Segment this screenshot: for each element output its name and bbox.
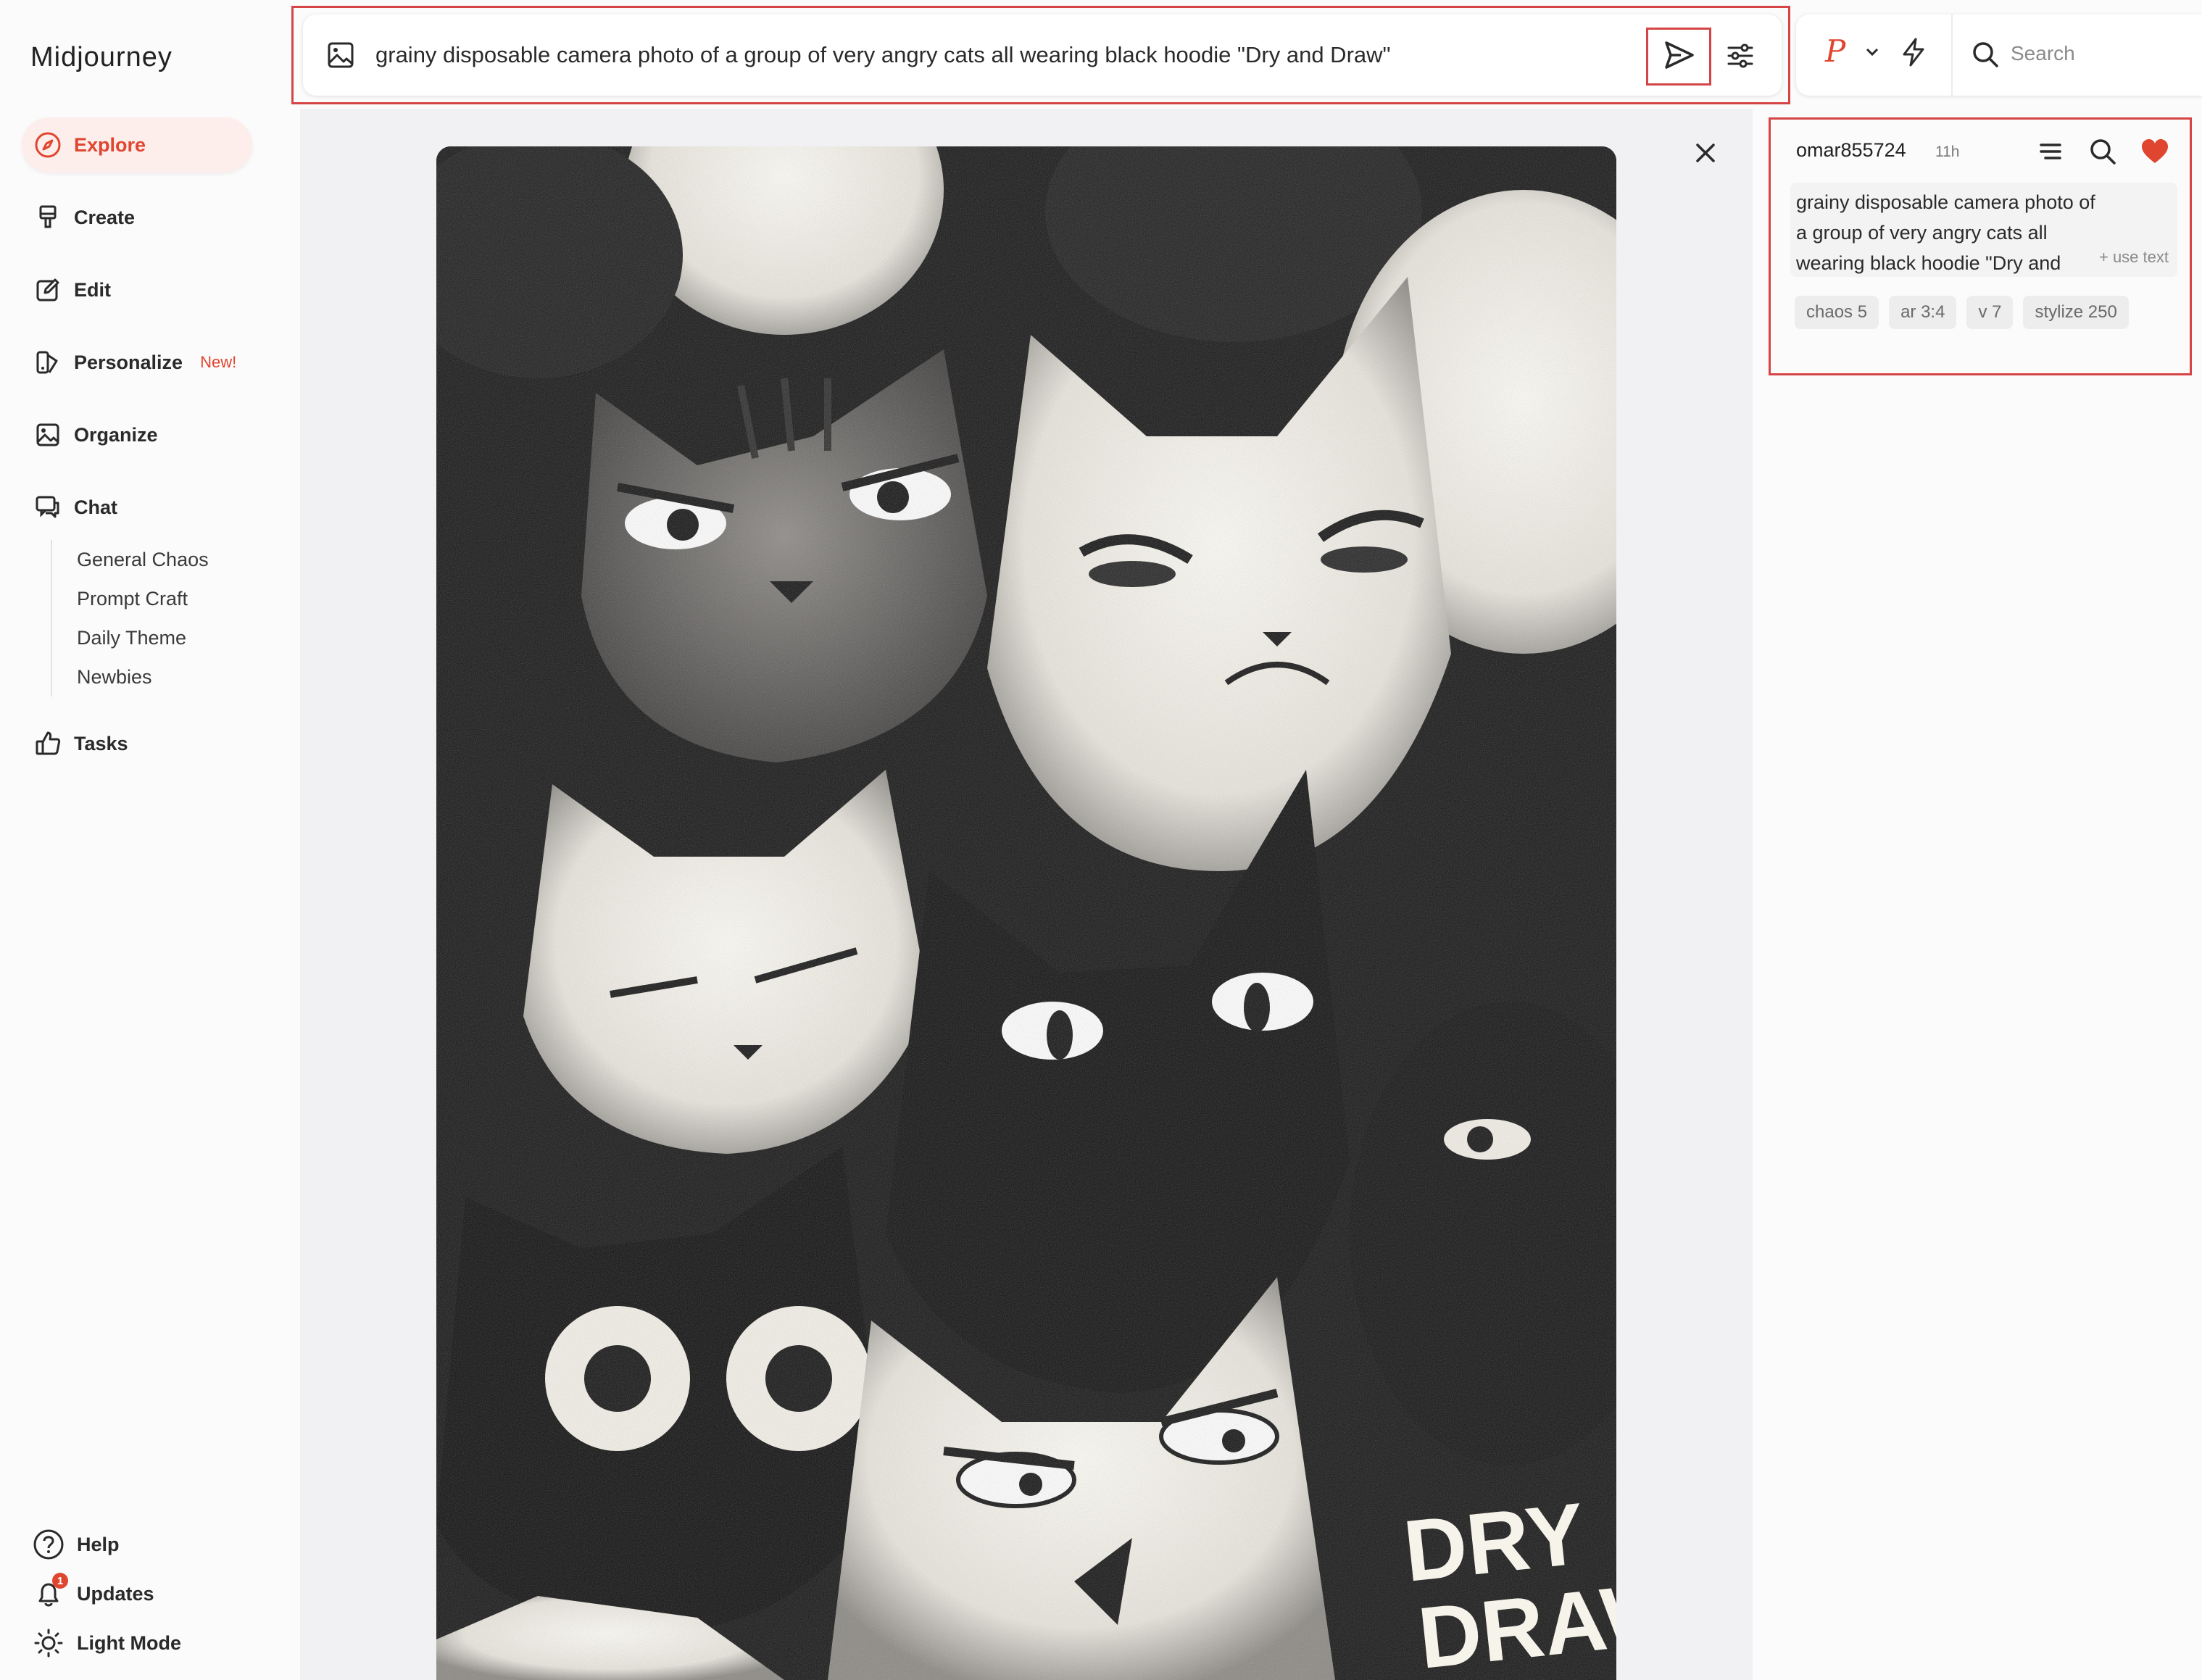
search-icon[interactable]	[1970, 39, 2001, 73]
chat-channel-prompt-craft[interactable]: Prompt Craft	[77, 579, 209, 618]
tag-version[interactable]: v 7	[1966, 296, 2014, 329]
search-input[interactable]: Search	[2011, 42, 2075, 65]
bell-icon: 1	[32, 1573, 68, 1610]
personalization-profile-button[interactable]: P	[1825, 33, 1845, 69]
chat-channel-newbies[interactable]: Newbies	[77, 657, 209, 696]
parameter-tags: chaos 5 ar 3:4 v 7 stylize 250	[1795, 296, 2129, 329]
prompt-input[interactable]: grainy disposable camera photo of a grou…	[375, 42, 1608, 68]
chat-channel-general-chaos[interactable]: General Chaos	[77, 540, 209, 579]
post-age: 11h	[1935, 144, 1960, 160]
thumbs-up-icon	[32, 728, 64, 760]
tag-aspect-ratio[interactable]: ar 3:4	[1889, 296, 1957, 329]
paintbrush-icon	[32, 201, 64, 233]
sidebar-item-label: Personalize	[74, 351, 183, 373]
sidebar-item-label: Create	[74, 206, 136, 228]
top-right-controls: P Search	[1796, 14, 2202, 96]
sidebar-item-label: Edit	[74, 278, 111, 301]
menu-icon[interactable]	[2035, 136, 2066, 170]
divider	[1951, 14, 1953, 96]
sidebar-item-create[interactable]: Create	[22, 190, 252, 245]
sidebar-item-help[interactable]: Help	[32, 1528, 120, 1561]
chat-channel-list: General Chaos Prompt Craft Daily Theme N…	[51, 540, 209, 696]
sidebar-item-label: Updates	[77, 1582, 154, 1605]
personalize-icon	[32, 346, 64, 378]
brand-logo[interactable]: Midjourney	[30, 42, 173, 73]
sidebar-item-updates[interactable]: 1 Updates	[32, 1573, 154, 1610]
prompt-text-box[interactable]: grainy disposable camera photo of a grou…	[1790, 183, 2177, 277]
image-upload-icon[interactable]	[325, 39, 357, 71]
send-icon	[1661, 37, 1697, 77]
send-button[interactable]	[1646, 28, 1711, 86]
settings-sliders-icon[interactable]	[1724, 39, 1757, 72]
heart-icon[interactable]	[2140, 136, 2170, 170]
sidebar-item-tasks[interactable]: Tasks	[22, 716, 252, 771]
tag-chaos[interactable]: chaos 5	[1795, 296, 1879, 329]
sidebar-item-personalize[interactable]: Personalize New!	[22, 335, 252, 390]
search-similar-icon[interactable]	[2087, 136, 2118, 170]
sidebar-item-explore[interactable]: Explore	[22, 117, 252, 172]
generated-image[interactable]: DRY DRAW	[436, 146, 1616, 1680]
gallery-icon	[32, 419, 64, 451]
sidebar-item-label: Tasks	[74, 732, 128, 754]
sidebar-item-edit[interactable]: Edit	[22, 262, 252, 317]
close-icon[interactable]	[1689, 136, 1722, 170]
chevron-down-icon[interactable]	[1863, 42, 1882, 65]
sidebar-item-label: Light Mode	[77, 1631, 181, 1654]
help-icon	[32, 1528, 65, 1561]
prompt-text: grainy disposable camera photo of a grou…	[1796, 191, 2095, 274]
edit-icon	[32, 274, 64, 306]
prompt-bar[interactable]: grainy disposable camera photo of a grou…	[303, 14, 1782, 96]
sidebar-item-label: Chat	[74, 496, 117, 518]
tag-stylize[interactable]: stylize 250	[2023, 296, 2129, 329]
sidebar: Midjourney Explore Create Edit Personali…	[0, 0, 299, 1680]
sidebar-item-light-mode[interactable]: Light Mode	[32, 1626, 181, 1660]
chat-icon	[32, 491, 64, 523]
notification-count: 1	[52, 1573, 68, 1589]
lightning-bolt-icon[interactable]	[1898, 36, 1929, 72]
sidebar-item-chat[interactable]: Chat	[22, 480, 252, 535]
sidebar-item-organize[interactable]: Organize	[22, 407, 252, 462]
sidebar-item-label: Organize	[74, 423, 158, 446]
use-text-button[interactable]: + use text	[2084, 248, 2169, 267]
sidebar-item-label: Explore	[74, 133, 146, 156]
creator-username[interactable]: omar855724	[1796, 139, 1906, 162]
sidebar-item-label: Help	[77, 1533, 120, 1555]
compass-icon	[32, 129, 64, 161]
chat-channel-daily-theme[interactable]: Daily Theme	[77, 618, 209, 657]
sun-icon	[32, 1626, 65, 1660]
new-badge: New!	[200, 353, 237, 371]
